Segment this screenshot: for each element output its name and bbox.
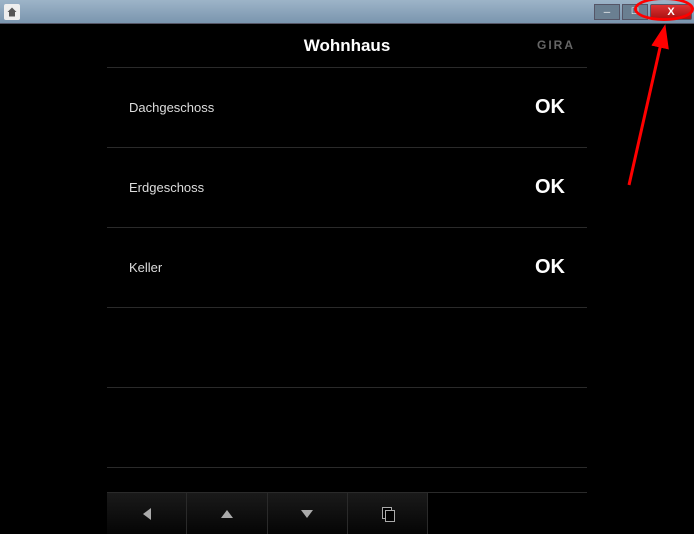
maximize-button[interactable]: ☐ <box>622 4 648 20</box>
chevron-up-icon <box>221 510 233 518</box>
list-item-empty[interactable] <box>107 308 587 388</box>
room-status: OK <box>535 176 565 199</box>
list-item-dachgeschoss[interactable]: Dachgeschoss OK <box>107 68 587 148</box>
chevron-down-icon <box>301 510 313 518</box>
toolbar-spacer <box>428 493 587 534</box>
bottom-toolbar <box>107 492 587 534</box>
list-item-erdgeschoss[interactable]: Erdgeschoss OK <box>107 148 587 228</box>
page-title: Wohnhaus <box>107 36 587 56</box>
window-titlebar: ─ ☐ X <box>0 0 694 24</box>
nav-up-button[interactable] <box>187 493 267 534</box>
nav-down-button[interactable] <box>268 493 348 534</box>
room-label: Keller <box>129 260 535 275</box>
close-button[interactable]: X <box>650 4 692 20</box>
list-item-empty[interactable] <box>107 388 587 468</box>
room-status: OK <box>535 256 565 279</box>
main-panel: Wohnhaus GIRA Dachgeschoss OK Erdgeschos… <box>107 24 587 534</box>
app-area: Wohnhaus GIRA Dachgeschoss OK Erdgeschos… <box>0 24 694 534</box>
chevron-left-icon <box>143 508 151 520</box>
panel-header: Wohnhaus GIRA <box>107 24 587 68</box>
room-label: Dachgeschoss <box>129 100 535 115</box>
room-list: Dachgeschoss OK Erdgeschoss OK Keller OK <box>107 68 587 492</box>
room-label: Erdgeschoss <box>129 180 535 195</box>
brand-logo: GIRA <box>537 38 575 52</box>
room-status: OK <box>535 96 565 119</box>
list-item-keller[interactable]: Keller OK <box>107 228 587 308</box>
nav-back-button[interactable] <box>107 493 187 534</box>
minimize-button[interactable]: ─ <box>594 4 620 20</box>
copy-button[interactable] <box>348 493 428 534</box>
copy-icon <box>382 507 394 521</box>
app-icon <box>4 4 20 20</box>
